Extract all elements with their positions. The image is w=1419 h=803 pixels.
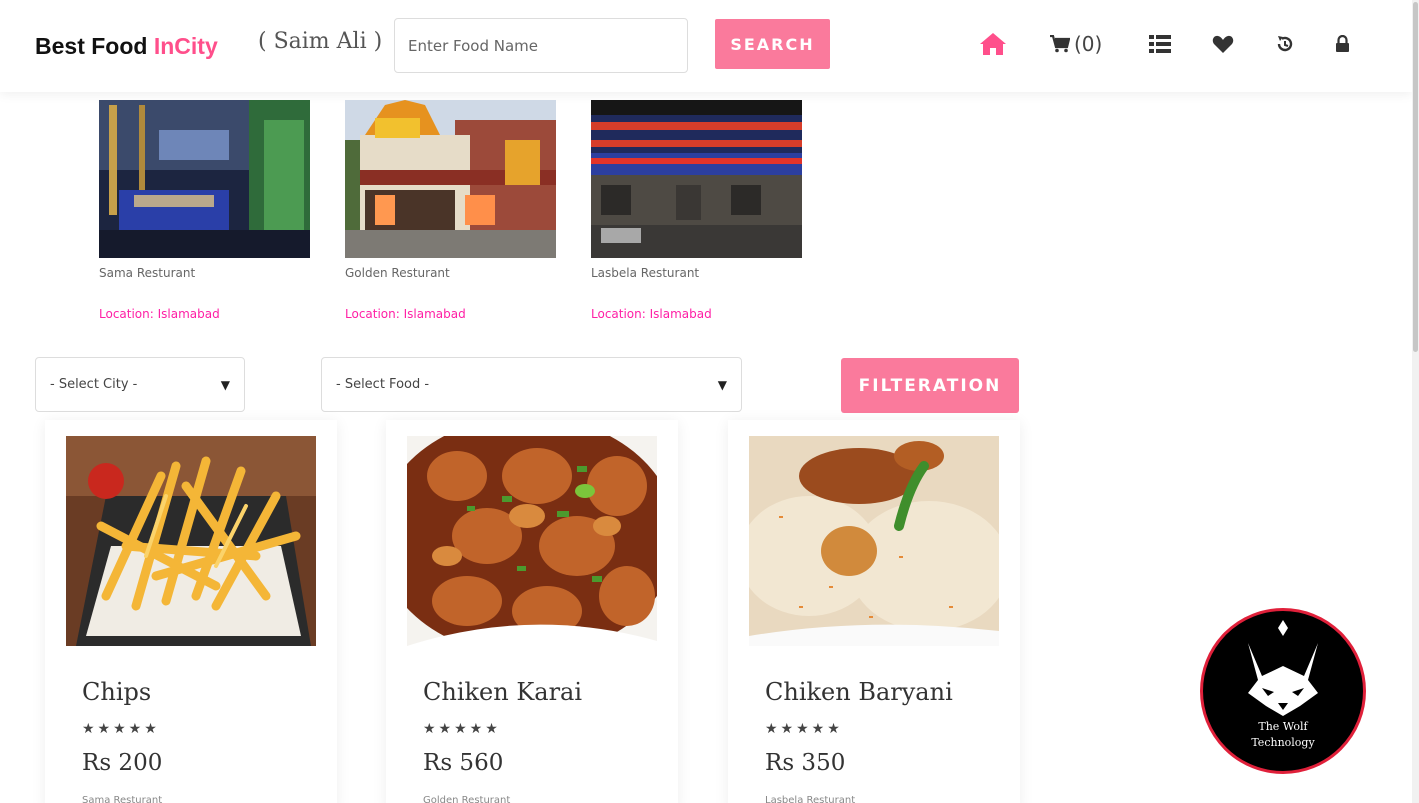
chevron-down-icon: ▼ (220, 377, 230, 392)
nav-list[interactable] (1149, 30, 1171, 58)
food-price: Rs 350 (765, 750, 846, 776)
food-name: Chiken Baryani (765, 678, 953, 706)
food-card[interactable]: Chiken Baryani ★★★★★ Rs 350 Lasbela Rest… (728, 420, 1020, 803)
heart-icon (1212, 35, 1234, 53)
food-image (749, 436, 999, 646)
filter-button[interactable]: FILTERATION (841, 358, 1019, 413)
nav-history[interactable] (1275, 30, 1295, 58)
nav-favorites[interactable] (1212, 30, 1234, 58)
brand-accent: InCity (153, 33, 218, 59)
brand-main: Best Food (35, 33, 148, 59)
rating-stars: ★★★★★ (765, 721, 843, 737)
history-icon (1277, 36, 1293, 52)
chevron-down-icon: ▼ (717, 377, 727, 392)
badge-line1: The Wolf (1258, 720, 1308, 733)
badge-line2: Technology (1251, 736, 1315, 749)
city-select-value: - Select City - (50, 377, 138, 392)
owner-name: ( Saim Ali ) (258, 29, 383, 54)
food-price: Rs 560 (423, 750, 504, 776)
top-navbar: Best Food InCity ( Saim Ali ) SEARCH (0) (0, 0, 1412, 92)
scrollbar-thumb[interactable] (1413, 2, 1418, 352)
restaurant-card[interactable]: Lasbela Resturant Location: Islamabad (591, 100, 802, 321)
lock-icon (1336, 35, 1349, 52)
food-restaurant: Lasbela Resturant (765, 795, 856, 803)
food-image (66, 436, 316, 646)
search-button[interactable]: SEARCH (715, 19, 830, 69)
food-select-value: - Select Food - (336, 377, 430, 392)
home-icon (980, 33, 1006, 55)
food-name: Chips (82, 678, 152, 706)
nav-cart[interactable]: (0) (1050, 30, 1102, 58)
nav-logout[interactable] (1335, 30, 1350, 58)
restaurant-image (591, 100, 802, 258)
rating-stars: ★★★★★ (423, 721, 501, 737)
list-icon (1149, 35, 1171, 53)
restaurant-card[interactable]: Golden Resturant Location: Islamabad (345, 100, 556, 321)
restaurant-location: Location: Islamabad (591, 307, 712, 321)
restaurant-name: Lasbela Resturant (591, 266, 700, 280)
food-image (407, 436, 657, 646)
rating-stars: ★★★★★ (82, 721, 160, 737)
restaurant-name: Golden Resturant (345, 266, 450, 280)
restaurant-image (345, 100, 556, 258)
restaurant-card[interactable]: Sama Resturant Location: Islamabad (99, 100, 310, 321)
page-scrollbar[interactable] (1412, 0, 1419, 803)
cart-count: (0) (1074, 32, 1103, 56)
site-logo[interactable]: Best Food InCity (35, 33, 218, 60)
food-card[interactable]: Chips ★★★★★ Rs 200 Sama Resturant (45, 420, 337, 803)
restaurant-location: Location: Islamabad (99, 307, 220, 321)
restaurant-name: Sama Resturant (99, 266, 196, 280)
food-name: Chiken Karai (423, 678, 583, 706)
cart-icon (1050, 35, 1070, 53)
city-select[interactable]: - Select City - ▼ (35, 357, 245, 412)
food-price: Rs 200 (82, 750, 163, 776)
wolf-logo-badge[interactable]: The Wolf Technology (1200, 608, 1366, 774)
badge-text: The Wolf Technology (1203, 719, 1363, 751)
restaurant-location: Location: Islamabad (345, 307, 466, 321)
food-restaurant: Golden Resturant (423, 795, 511, 803)
search-input[interactable] (394, 18, 688, 73)
food-restaurant: Sama Resturant (82, 795, 163, 803)
nav-home[interactable] (979, 30, 1007, 58)
food-card[interactable]: Chiken Karai ★★★★★ Rs 560 Golden Restura… (386, 420, 678, 803)
restaurant-image (99, 100, 310, 258)
food-select[interactable]: - Select Food - ▼ (321, 357, 742, 412)
